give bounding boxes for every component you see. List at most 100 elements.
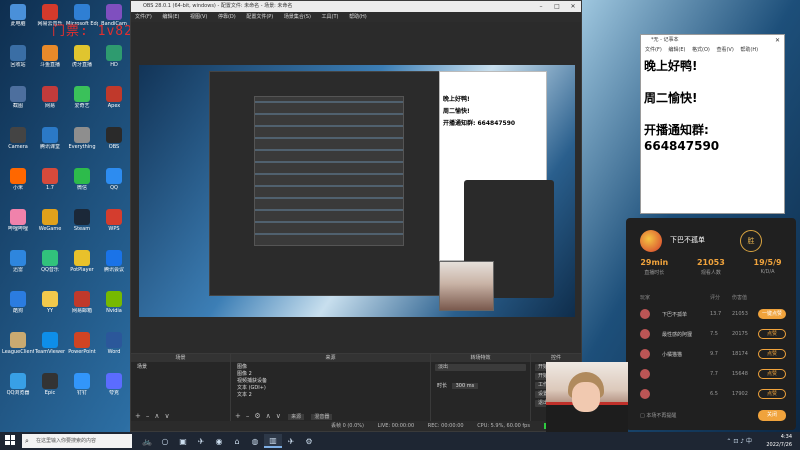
- remove-icon[interactable]: –: [246, 412, 250, 420]
- desktop-icon[interactable]: Camera: [2, 127, 34, 150]
- scene-item[interactable]: 场景: [137, 364, 224, 371]
- taskbar-app-icon[interactable]: ◍: [246, 434, 264, 448]
- close-icon[interactable]: ✕: [565, 1, 581, 12]
- desktop-icon[interactable]: QQ音乐: [34, 250, 66, 273]
- taskbar-app-icon[interactable]: ◉: [210, 434, 228, 448]
- system-tray[interactable]: ⌃ ⊡ ♪ 中: [726, 436, 752, 445]
- add-icon[interactable]: +: [135, 412, 141, 420]
- notepad-text-area[interactable]: 晚上好鸭! 周二愉快! 开播通知群: 664847590: [641, 55, 784, 173]
- desktop-icon[interactable]: PowerPoint: [66, 332, 98, 355]
- desktop-icon[interactable]: 小米: [2, 168, 34, 191]
- add-icon[interactable]: +: [235, 412, 241, 420]
- source-item[interactable]: 文本 2: [237, 392, 424, 399]
- start-button[interactable]: [5, 435, 15, 445]
- desktop-icon[interactable]: WeGame: [34, 209, 66, 232]
- taskbar-search-input[interactable]: ⌕ 在这里输入你要搜索的内容: [22, 434, 132, 448]
- desktop-icon[interactable]: 哔哩哔哩: [2, 209, 34, 232]
- like-button[interactable]: 点赞: [758, 369, 786, 379]
- desktop-icon[interactable]: 夸克: [98, 373, 130, 396]
- menu-file[interactable]: 文件(F): [135, 14, 152, 20]
- close-button[interactable]: 关闭: [758, 410, 786, 421]
- desktop-icon[interactable]: Epic: [34, 373, 66, 396]
- np-menu-help[interactable]: 帮助(H): [740, 47, 758, 53]
- menu-edit[interactable]: 编辑(E): [162, 14, 179, 20]
- desktop-icon[interactable]: 腾讯会议: [98, 250, 130, 273]
- menu-scene-collection[interactable]: 场景集合(S): [284, 14, 311, 20]
- desktop-icon[interactable]: LeagueClient: [2, 332, 34, 355]
- minimize-icon[interactable]: –: [533, 1, 549, 12]
- up-icon[interactable]: ∧: [266, 412, 271, 420]
- desktop-icon[interactable]: 腾讯课堂: [34, 127, 66, 150]
- desktop-icon[interactable]: YY: [34, 291, 66, 314]
- tab-mixer[interactable]: 混音器: [311, 414, 333, 420]
- like-button[interactable]: 点赞: [758, 329, 786, 339]
- taskbar-app-icon[interactable]: ✈: [192, 434, 210, 448]
- remove-icon[interactable]: –: [146, 412, 150, 420]
- like-button[interactable]: 点赞: [758, 389, 786, 399]
- desktop-icon[interactable]: Apex: [98, 86, 130, 109]
- like-button[interactable]: 点赞: [758, 349, 786, 359]
- desktop-icon[interactable]: 虎牙直播: [66, 45, 98, 68]
- gear-icon[interactable]: ⚙: [254, 412, 260, 420]
- obs-titlebar[interactable]: OBS 28.0.1 (64-bit, windows) - 配置文件: 未命名…: [131, 1, 581, 12]
- desktop-icon[interactable]: 网易邮箱: [66, 291, 98, 314]
- desktop-icon[interactable]: 迅雷: [2, 250, 34, 273]
- np-menu-file[interactable]: 文件(F): [645, 47, 662, 53]
- maximize-icon[interactable]: □: [549, 1, 565, 12]
- desktop-icon-label: 酷狗: [12, 308, 23, 314]
- taskbar-app-icon[interactable]: ⚙: [300, 434, 318, 448]
- menu-help[interactable]: 帮助(H): [349, 14, 367, 20]
- desktop-icon[interactable]: QQ浏览器: [2, 373, 34, 396]
- notepad-titlebar[interactable]: *无 - 记事本 ✕: [641, 35, 784, 46]
- desktop-icon[interactable]: 微信: [66, 168, 98, 191]
- source-item[interactable]: 图像 2: [237, 371, 424, 378]
- desktop-icon[interactable]: QQ: [98, 168, 130, 191]
- desktop-icon[interactable]: PotPlayer: [66, 250, 98, 273]
- source-item[interactable]: 视频捕获设备: [237, 378, 424, 385]
- taskbar-app-icon[interactable]: 🚲: [138, 434, 156, 448]
- desktop-icon[interactable]: WPS: [98, 209, 130, 232]
- taskbar-app-icon[interactable]: ○: [156, 434, 174, 448]
- desktop-icon[interactable]: 爱奇艺: [66, 86, 98, 109]
- desktop-icon[interactable]: Word: [98, 332, 130, 355]
- desktop-icon[interactable]: 截图: [2, 86, 34, 109]
- menu-view[interactable]: 视图(V): [190, 14, 207, 20]
- taskbar-app-icon[interactable]: ▥: [264, 434, 282, 448]
- desktop-icon[interactable]: TeamViewer: [34, 332, 66, 355]
- desktop-icon[interactable]: 酷狗: [2, 291, 34, 314]
- desktop-icon[interactable]: 此电脑: [2, 4, 34, 27]
- like-button[interactable]: 一键点赞: [758, 309, 786, 319]
- down-icon[interactable]: ∨: [165, 412, 170, 420]
- taskbar-app-icon[interactable]: ▣: [174, 434, 192, 448]
- np-menu-edit[interactable]: 编辑(E): [668, 47, 685, 53]
- desktop-icon[interactable]: 1.7: [34, 168, 66, 191]
- np-menu-view[interactable]: 查看(V): [716, 47, 733, 53]
- taskbar-app-icon[interactable]: ⌂: [228, 434, 246, 448]
- taskbar-clock[interactable]: 4:34 2022/7/26: [766, 433, 792, 449]
- taskbar-app-icon[interactable]: ✈: [282, 434, 300, 448]
- source-item[interactable]: 图像: [237, 364, 424, 371]
- app-icon: [42, 291, 58, 307]
- desktop-icon[interactable]: 网易: [34, 86, 66, 109]
- down-icon[interactable]: ∨: [276, 412, 281, 420]
- up-icon[interactable]: ∧: [154, 412, 159, 420]
- menu-tools[interactable]: 工具(T): [322, 14, 339, 20]
- no-remind-checkbox[interactable]: □ 本场不再提醒: [640, 412, 676, 419]
- tab-sources[interactable]: 来源: [288, 414, 305, 420]
- transition-select[interactable]: 淡出: [435, 364, 526, 371]
- menu-docks[interactable]: 停靠(D): [218, 14, 236, 20]
- menu-profile[interactable]: 配置文件(P): [246, 14, 273, 20]
- desktop-icon[interactable]: 钉钉: [66, 373, 98, 396]
- duration-input[interactable]: 300 ms: [451, 383, 479, 389]
- source-item[interactable]: 文本 (GDI+): [237, 385, 424, 392]
- desktop-icon[interactable]: Steam: [66, 209, 98, 232]
- desktop-icon[interactable]: Nvidia: [98, 291, 130, 314]
- close-icon[interactable]: ✕: [775, 35, 780, 46]
- obs-preview-canvas[interactable]: 晚上好鸭! 周二愉快! 开播通知群: 664847590: [139, 65, 575, 317]
- desktop-icon[interactable]: Everything: [66, 127, 98, 150]
- np-menu-format[interactable]: 格式(O): [692, 47, 710, 53]
- desktop-icon[interactable]: OBS: [98, 127, 130, 150]
- desktop-icon[interactable]: HD: [98, 45, 130, 68]
- desktop-icon[interactable]: 回收站: [2, 45, 34, 68]
- desktop-icon[interactable]: 斗鱼直播: [34, 45, 66, 68]
